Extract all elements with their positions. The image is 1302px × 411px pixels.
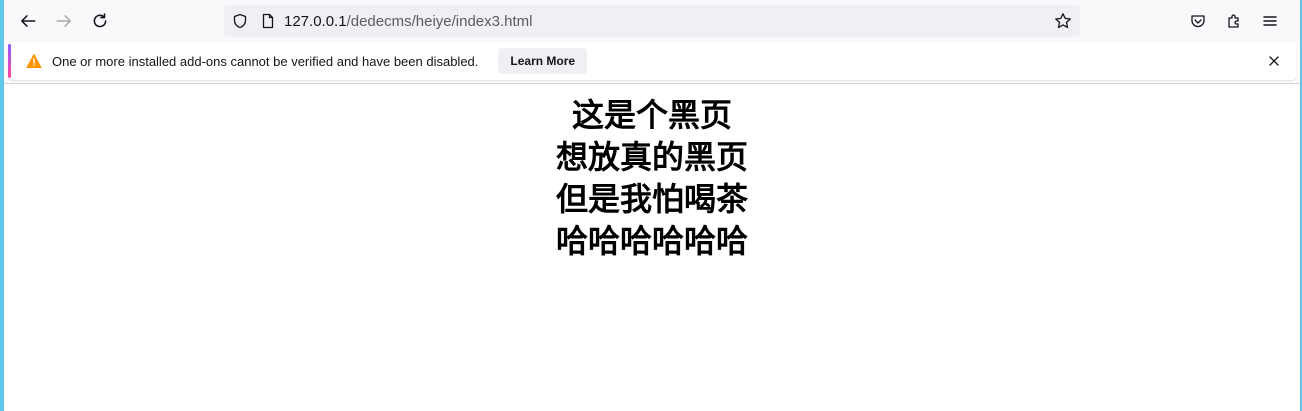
toolbar-right-icons [1180, 0, 1288, 42]
warning-icon [26, 54, 42, 68]
app-menu-button[interactable] [1252, 3, 1288, 39]
star-icon[interactable] [1054, 12, 1072, 30]
addon-warning-notification: One or more installed add-ons cannot be … [8, 42, 1296, 80]
pocket-button[interactable] [1180, 3, 1216, 39]
url-text[interactable]: 127.0.0.1/dedecms/heiye/index3.html [284, 13, 533, 30]
page-icon[interactable] [260, 13, 276, 29]
reload-icon [93, 13, 107, 28]
pocket-icon [1191, 15, 1205, 28]
puzzle-icon [1228, 14, 1239, 28]
page-heading-line-1: 这是个黑页 [571, 96, 732, 134]
close-icon[interactable] [1266, 53, 1282, 69]
back-button[interactable] [10, 3, 46, 39]
content-divider [4, 83, 1300, 84]
page-heading-line-3: 但是我怕喝茶 [555, 180, 748, 218]
url-host: 127.0.0.1 [284, 12, 347, 30]
forward-button[interactable] [46, 3, 82, 39]
address-bar[interactable]: 127.0.0.1/dedecms/heiye/index3.html [224, 5, 1080, 37]
arrow-right-icon [56, 15, 71, 27]
page-heading-line-4: 哈哈哈哈哈哈 [555, 222, 748, 260]
shield-icon[interactable] [232, 13, 248, 29]
learn-more-button[interactable]: Learn More [498, 48, 588, 74]
hamburger-menu-icon [1263, 16, 1277, 26]
navigation-toolbar: 127.0.0.1/dedecms/heiye/index3.html [4, 0, 1300, 42]
page-heading-line-2: 想放真的黑页 [555, 138, 748, 176]
reload-button[interactable] [82, 3, 118, 39]
browser-window: 127.0.0.1/dedecms/heiye/index3.html One … [0, 0, 1302, 411]
notification-message: One or more installed add-ons cannot be … [52, 53, 479, 69]
extensions-button[interactable] [1216, 3, 1252, 39]
url-path: /dedecms/heiye/index3.html [346, 12, 533, 30]
arrow-left-icon [21, 15, 36, 27]
page-content: 这是个黑页 想放真的黑页 但是我怕喝茶 哈哈哈哈哈哈 [4, 94, 1300, 262]
